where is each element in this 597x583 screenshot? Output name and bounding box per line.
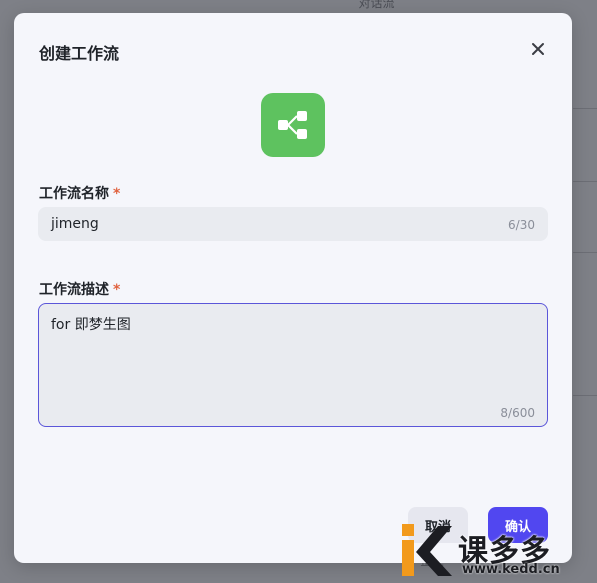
watermark: 课多多 www.kedd.cn [396, 520, 597, 583]
required-mark: * [113, 186, 121, 202]
workflow-name-value: jimeng [51, 216, 99, 232]
brand-k-logo [402, 524, 452, 576]
workflow-name-input[interactable]: jimeng 6/30 [38, 207, 548, 241]
workflow-desc-value: for 即梦生图 [51, 317, 131, 333]
close-button[interactable] [528, 39, 548, 59]
background-header-text: 对话流 [358, 0, 395, 10]
workflow-logo [261, 93, 325, 157]
required-mark: * [113, 282, 121, 298]
background-divider [573, 252, 597, 253]
background-header: 对话流 [0, 0, 597, 13]
workflow-desc-label: 工作流描述 * [39, 279, 120, 299]
create-workflow-dialog: 创建工作流 工作流名称 * jimeng 6/30 工作流描述 * for 即梦生图… [14, 13, 572, 563]
background-divider [573, 108, 597, 109]
workflow-icon [278, 111, 307, 139]
workflow-name-counter: 6/30 [508, 218, 535, 232]
close-icon [532, 43, 544, 55]
dialog-title: 创建工作流 [39, 44, 120, 63]
workflow-desc-textarea[interactable]: for 即梦生图 8/600 [38, 303, 548, 427]
background-divider [573, 181, 597, 182]
background-divider [573, 395, 597, 396]
brand-url: www.kedd.cn [462, 562, 560, 577]
workflow-desc-counter: 8/600 [500, 406, 535, 420]
workflow-name-label: 工作流名称 * [39, 183, 120, 203]
workflow-name-label-text: 工作流名称 [39, 186, 109, 202]
workflow-desc-label-text: 工作流描述 [39, 282, 109, 298]
